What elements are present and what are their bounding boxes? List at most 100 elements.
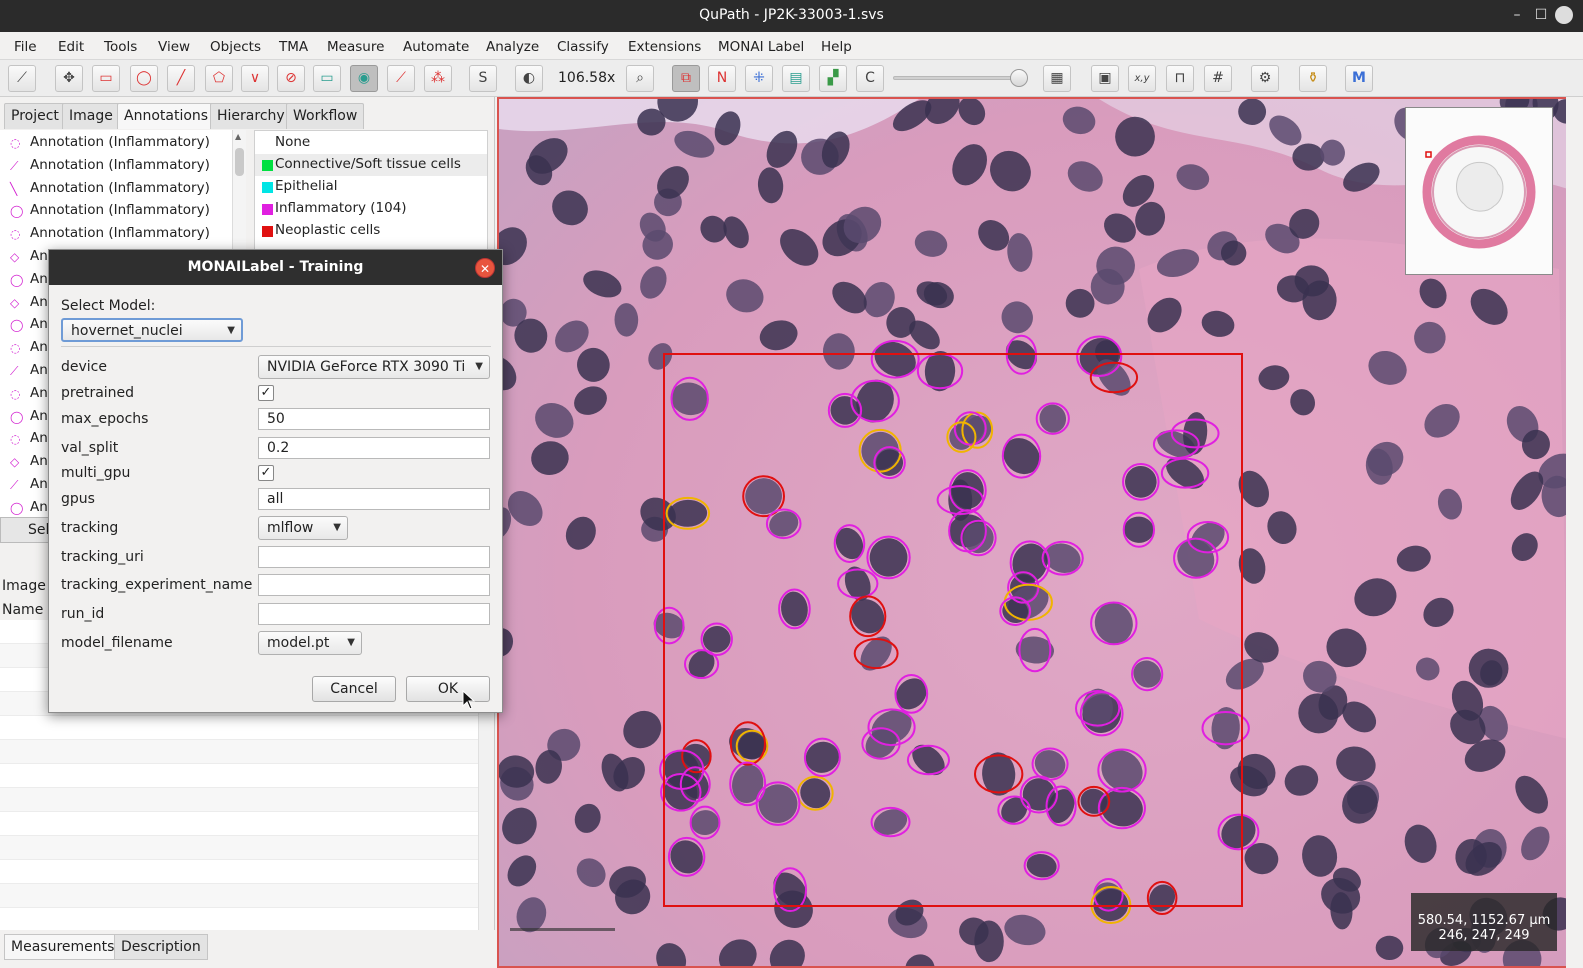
move-tool-icon[interactable]: ✥ (55, 65, 83, 92)
val-split-input[interactable]: 0.2 (258, 437, 490, 459)
tracking-experiment-name-input[interactable] (258, 574, 490, 596)
class-label: Inflammatory (104) (275, 200, 407, 216)
tracking-label: tracking (61, 520, 119, 536)
fill-detections-icon[interactable]: ▞ (819, 65, 847, 92)
class-list-item[interactable]: None (255, 132, 487, 154)
ok-button[interactable]: OK (406, 676, 490, 702)
pretrained-checkbox[interactable]: ✓ (258, 385, 274, 401)
opacity-slider[interactable] (893, 76, 1023, 80)
menu-automate[interactable]: Automate (403, 39, 469, 55)
model-select[interactable]: hovernet_nuclei ▼ (61, 318, 243, 342)
maximize-icon[interactable]: ☐ (1532, 6, 1550, 24)
menu-help[interactable]: Help (821, 39, 852, 55)
rectangle-tool-icon[interactable]: ▭ (92, 65, 120, 92)
scrollbar-thumb[interactable] (235, 148, 244, 176)
brightness-contrast-icon[interactable]: ◐ (515, 65, 543, 92)
tab-description[interactable]: Description (114, 934, 208, 960)
measure-tool-icon[interactable]: ⟋ (8, 65, 36, 92)
tracking-uri-input[interactable] (258, 546, 490, 568)
menu-file[interactable]: File (14, 39, 37, 55)
class-list-item[interactable]: Connective/Soft tissue cells (255, 154, 487, 176)
settings-icon[interactable]: ⚙ (1251, 65, 1279, 92)
device-select[interactable]: NVIDIA GeForce RTX 3090 Ti ▼ (258, 355, 490, 379)
minimize-icon[interactable]: – (1508, 6, 1526, 24)
tma-grid-icon[interactable]: ⁜ (745, 65, 773, 92)
run-id-label: run_id (61, 606, 105, 622)
zoom-to-fit-icon[interactable]: ⌕ (626, 65, 654, 92)
menu-classify[interactable]: Classify (557, 39, 609, 55)
class-list-item[interactable]: Inflammatory (104) (255, 198, 487, 220)
menu-extensions[interactable]: Extensions (628, 39, 701, 55)
menu-analyze[interactable]: Analyze (486, 39, 539, 55)
tracking-uri-label: tracking_uri (61, 549, 144, 565)
run-id-input[interactable] (258, 603, 490, 625)
annotation-list-item[interactable]: ╲ Annotation (Inflammatory) (0, 178, 232, 200)
selection-mode-button[interactable]: S (469, 65, 497, 92)
coords-micrometers: 580.54, 1152.67 µm (1417, 913, 1551, 928)
annotation-names-button[interactable]: N (708, 65, 736, 92)
cancel-button[interactable]: Cancel (312, 676, 396, 702)
points-tool-icon[interactable]: ◉ (350, 65, 378, 92)
pretrained-label: pretrained (61, 385, 135, 401)
cell-nucleus (1292, 143, 1325, 171)
close-window-icon[interactable]: ✕ (1555, 6, 1573, 24)
annotation-label: Annotation (Inflammatory) (30, 134, 210, 150)
zoom-level: 106.58x (558, 70, 616, 86)
class-list-item[interactable]: Neoplastic cells (255, 220, 487, 242)
detections-icon[interactable]: ▤ (782, 65, 810, 92)
annotation-list-item[interactable]: ◌ Annotation (Inflammatory) (0, 223, 232, 245)
menu-edit[interactable]: Edit (58, 39, 84, 55)
menu-measure[interactable]: Measure (327, 39, 384, 55)
select-button[interactable]: Sel (0, 517, 50, 543)
overview-icon[interactable]: ▣ (1091, 65, 1119, 92)
brush-tool-icon[interactable]: ⊘ (277, 65, 305, 92)
table-row (0, 812, 490, 836)
annotation-shape-icon: ⟋ (10, 158, 19, 173)
tab-project[interactable]: Project (4, 103, 66, 129)
polygon-tool-icon[interactable]: ⬠ (205, 65, 233, 92)
tab-workflow[interactable]: Workflow (286, 103, 365, 129)
annotation-shape-icon: ◌ (10, 432, 21, 447)
wand-tool-icon[interactable]: ▭ (313, 65, 341, 92)
max-epochs-input[interactable]: 50 (258, 408, 490, 430)
connections-button[interactable]: C (856, 65, 884, 92)
menu-tma[interactable]: TMA (279, 39, 308, 55)
tab-image[interactable]: Image (62, 103, 120, 129)
scalebar-icon[interactable]: ⊓ (1166, 65, 1194, 92)
menu-tools[interactable]: Tools (104, 39, 137, 55)
multi-gpu-checkbox[interactable]: ✓ (258, 465, 274, 481)
tab-annotations[interactable]: Annotations (117, 103, 216, 129)
class-list-item[interactable]: Epithelial (255, 176, 487, 198)
monai-label-icon[interactable]: M (1345, 65, 1373, 92)
line-tool-icon[interactable]: ╱ (167, 65, 195, 92)
measurement-table-icon[interactable]: ▦ (1043, 65, 1071, 92)
show-annotations-icon[interactable]: ⧉ (672, 65, 700, 92)
gpus-input[interactable]: all (258, 488, 490, 510)
model-filename-select[interactable]: model.pt ▼ (258, 631, 362, 655)
selection-tool-icon[interactable]: ⟋ (387, 65, 415, 92)
log-icon[interactable]: ⚱ (1299, 65, 1327, 92)
tab-measurements[interactable]: Measurements (4, 934, 122, 960)
location-text-button[interactable]: x,y (1128, 65, 1156, 92)
annotation-list-item[interactable]: ◯ Annotation (Inflammatory) (0, 200, 232, 222)
grid-icon[interactable]: # (1204, 65, 1232, 92)
annotation-shape-icon: ◌ (10, 227, 21, 242)
annotation-list-item[interactable]: ◌ Annotation (Inflammatory) (0, 132, 232, 154)
overview-thumbnail[interactable] (1405, 107, 1553, 275)
annotation-shape-icon: ╲ (10, 181, 18, 196)
tab-hierarchy[interactable]: Hierarchy (210, 103, 292, 129)
menu-objects[interactable]: Objects (210, 39, 261, 55)
opacity-slider-thumb[interactable] (1010, 69, 1028, 87)
polyline-tool-icon[interactable]: ∨ (241, 65, 269, 92)
menu-view[interactable]: View (158, 39, 190, 55)
dialog-close-icon[interactable]: ✕ (475, 258, 495, 278)
cells-tool-icon[interactable]: ⁂ (424, 65, 452, 92)
scroll-up-icon[interactable]: ▲ (235, 132, 241, 141)
menu-monai-label[interactable]: MONAI Label (718, 39, 804, 55)
annotation-list-item[interactable]: ⟋ Annotation (Inflammatory) (0, 155, 232, 177)
ellipse-tool-icon[interactable]: ◯ (130, 65, 158, 92)
tracking-select[interactable]: mlflow ▼ (258, 516, 348, 540)
tracking-select-value: mlflow (267, 520, 314, 536)
annotation-shape-icon: ◯ (10, 318, 24, 333)
class-list[interactable]: None Connective/Soft tissue cells Epitheli… (254, 130, 488, 254)
